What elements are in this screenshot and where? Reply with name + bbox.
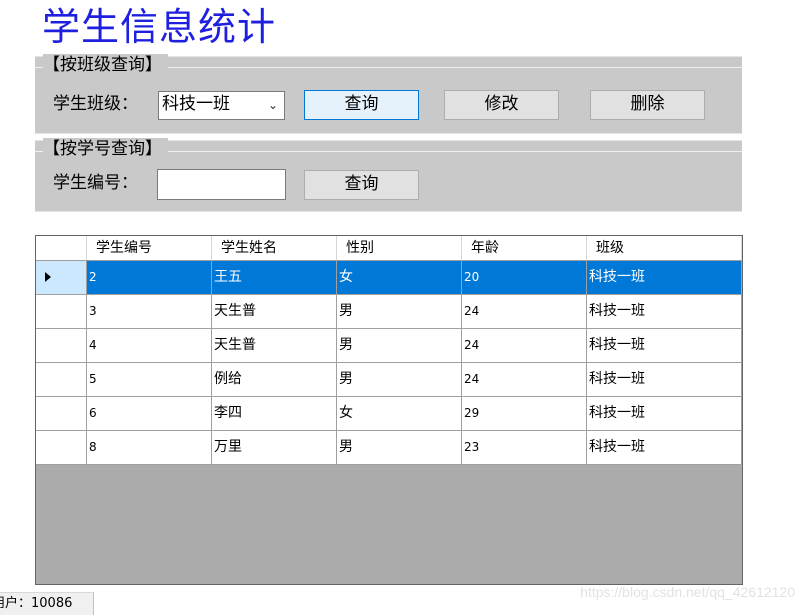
cell-class[interactable]: 科技一班 [587, 431, 742, 465]
id-query-group: 【按学号查询】 学生编号： 查询 [35, 138, 742, 212]
cell-class[interactable]: 科技一班 [587, 363, 742, 397]
row-header[interactable] [36, 329, 87, 363]
class-select-value: 科技一班 [162, 94, 230, 114]
cell-id[interactable]: 5 [87, 363, 212, 397]
column-header-name[interactable]: 学生姓名 [212, 236, 337, 260]
class-query-legend: 【按班级查询】 [43, 54, 168, 76]
cell-gender[interactable]: 男 [337, 431, 462, 465]
cell-age[interactable]: 29 [462, 397, 587, 431]
cell-age[interactable]: 20 [462, 261, 587, 295]
class-query-group: 【按班级查询】 学生班级： 科技一班 ⌄ 查询 修改 删除 [35, 54, 742, 134]
cell-age[interactable]: 24 [462, 363, 587, 397]
current-user-status: 用户：10086 [0, 596, 73, 611]
table-row[interactable]: 4 天生普 男 24 科技一班 [36, 329, 742, 363]
cell-class[interactable]: 科技一班 [587, 329, 742, 363]
cell-gender[interactable]: 女 [337, 397, 462, 431]
page-title: 学生信息统计 [42, 5, 277, 49]
cell-name[interactable]: 天生普 [212, 329, 337, 363]
column-header-class[interactable]: 班级 [587, 236, 742, 260]
column-header-age[interactable]: 年龄 [462, 236, 587, 260]
cell-age[interactable]: 24 [462, 295, 587, 329]
cell-id[interactable]: 6 [87, 397, 212, 431]
table-row[interactable]: 6 李四 女 29 科技一班 [36, 397, 742, 431]
table-row[interactable]: 3 天生普 男 24 科技一班 [36, 295, 742, 329]
grid-header: 学生编号 学生姓名 性别 年龄 班级 [36, 236, 742, 261]
id-query-button[interactable]: 查询 [304, 170, 419, 200]
cell-class[interactable]: 科技一班 [587, 397, 742, 431]
status-bar: 用户：10086 [0, 592, 94, 615]
cell-gender[interactable]: 男 [337, 363, 462, 397]
column-header-id[interactable]: 学生编号 [87, 236, 212, 260]
cell-age[interactable]: 24 [462, 329, 587, 363]
cell-class[interactable]: 科技一班 [587, 261, 742, 295]
cell-id[interactable]: 4 [87, 329, 212, 363]
current-row-icon [45, 272, 51, 282]
watermark: https://blog.csdn.net/qq_42612120 [580, 584, 795, 600]
cell-name[interactable]: 天生普 [212, 295, 337, 329]
student-class-label: 学生班级： [53, 94, 138, 114]
row-header-corner [36, 236, 87, 260]
cell-name[interactable]: 李四 [212, 397, 337, 431]
cell-name[interactable]: 万里 [212, 431, 337, 465]
row-header[interactable] [36, 363, 87, 397]
cell-name[interactable]: 例给 [212, 363, 337, 397]
row-header[interactable] [36, 295, 87, 329]
student-id-label: 学生编号： [53, 173, 138, 193]
cell-id[interactable]: 8 [87, 431, 212, 465]
table-row[interactable]: 2 王五 女 20 科技一班 [36, 261, 742, 295]
cell-age[interactable]: 23 [462, 431, 587, 465]
student-grid[interactable]: 学生编号 学生姓名 性别 年龄 班级 2 王五 女 20 科技一班 3 天生普 … [35, 235, 743, 585]
row-header[interactable] [36, 261, 87, 295]
table-row[interactable]: 8 万里 男 23 科技一班 [36, 431, 742, 465]
class-query-button[interactable]: 查询 [304, 90, 419, 120]
cell-gender[interactable]: 男 [337, 295, 462, 329]
chevron-down-icon[interactable]: ⌄ [268, 93, 278, 117]
row-header[interactable] [36, 397, 87, 431]
row-header[interactable] [36, 431, 87, 465]
cell-gender[interactable]: 女 [337, 261, 462, 295]
class-select[interactable]: 科技一班 ⌄ [158, 91, 285, 120]
cell-gender[interactable]: 男 [337, 329, 462, 363]
column-header-gender[interactable]: 性别 [337, 236, 462, 260]
cell-name[interactable]: 王五 [212, 261, 337, 295]
id-query-legend: 【按学号查询】 [43, 138, 168, 160]
cell-class[interactable]: 科技一班 [587, 295, 742, 329]
cell-id[interactable]: 3 [87, 295, 212, 329]
table-row[interactable]: 5 例给 男 24 科技一班 [36, 363, 742, 397]
edit-button[interactable]: 修改 [444, 90, 559, 120]
student-id-input[interactable] [157, 169, 286, 200]
delete-button[interactable]: 删除 [590, 90, 705, 120]
cell-id[interactable]: 2 [87, 261, 212, 295]
